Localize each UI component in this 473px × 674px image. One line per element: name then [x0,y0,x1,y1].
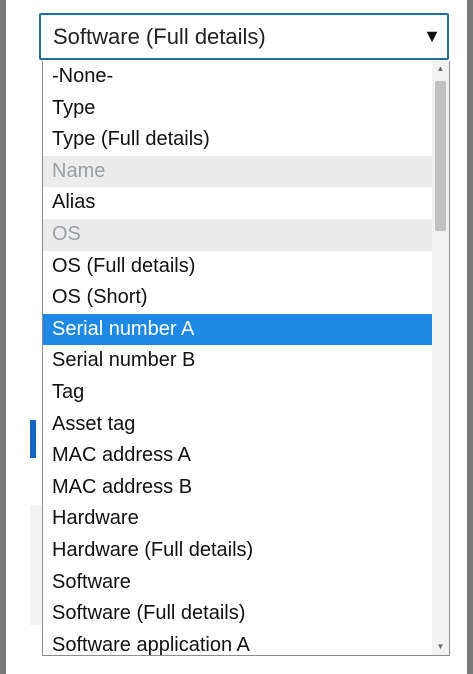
dropdown-option[interactable]: Tag [43,377,433,409]
field-select[interactable]: Software (Full details) ▼ [39,13,449,60]
dropdown-option[interactable]: Type (Full details) [43,124,433,156]
scrollbar-thumb[interactable] [435,81,446,231]
background-panel [30,505,42,625]
dropdown-option: Name [43,155,433,188]
dropdown-option[interactable]: Software (Full details) [43,598,433,630]
dropdown-option[interactable]: MAC address A [43,440,433,472]
selected-value: Software (Full details) [53,23,266,49]
dropdown-option[interactable]: Hardware [43,503,433,535]
dropdown-option[interactable]: Alias [43,187,433,219]
dropdown-option[interactable]: Software application A [43,630,433,655]
dropdown-option[interactable]: -None- [43,61,433,93]
scrollbar[interactable]: ▲ ▼ [432,61,449,655]
dropdown-option[interactable]: Serial number A [43,313,433,346]
scroll-down-icon[interactable]: ▼ [432,639,449,655]
dropdown-option: OS [43,218,433,251]
scroll-up-icon[interactable]: ▲ [432,61,449,77]
dropdown-option[interactable]: Asset tag [43,409,433,441]
dropdown-option[interactable]: Software [43,567,433,599]
dropdown-options: -None- Type Type (Full details) Name Alias OS… [43,61,433,655]
dropdown-option[interactable]: Type [43,93,433,125]
dropdown-option[interactable]: Hardware (Full details) [43,535,433,567]
background-accent-bar [30,420,36,458]
chevron-down-icon: ▼ [423,26,441,46]
dropdown-option[interactable]: Serial number B [43,345,433,377]
dropdown-option[interactable]: MAC address B [43,472,433,504]
dropdown-option[interactable]: OS (Short) [43,282,433,314]
dropdown-option[interactable]: OS (Full details) [43,251,433,283]
dropdown-list[interactable]: -None- Type Type (Full details) Name Alias OS… [42,61,450,656]
window-frame: Software (Full details) ▼ -None- Type Type… [0,0,473,674]
